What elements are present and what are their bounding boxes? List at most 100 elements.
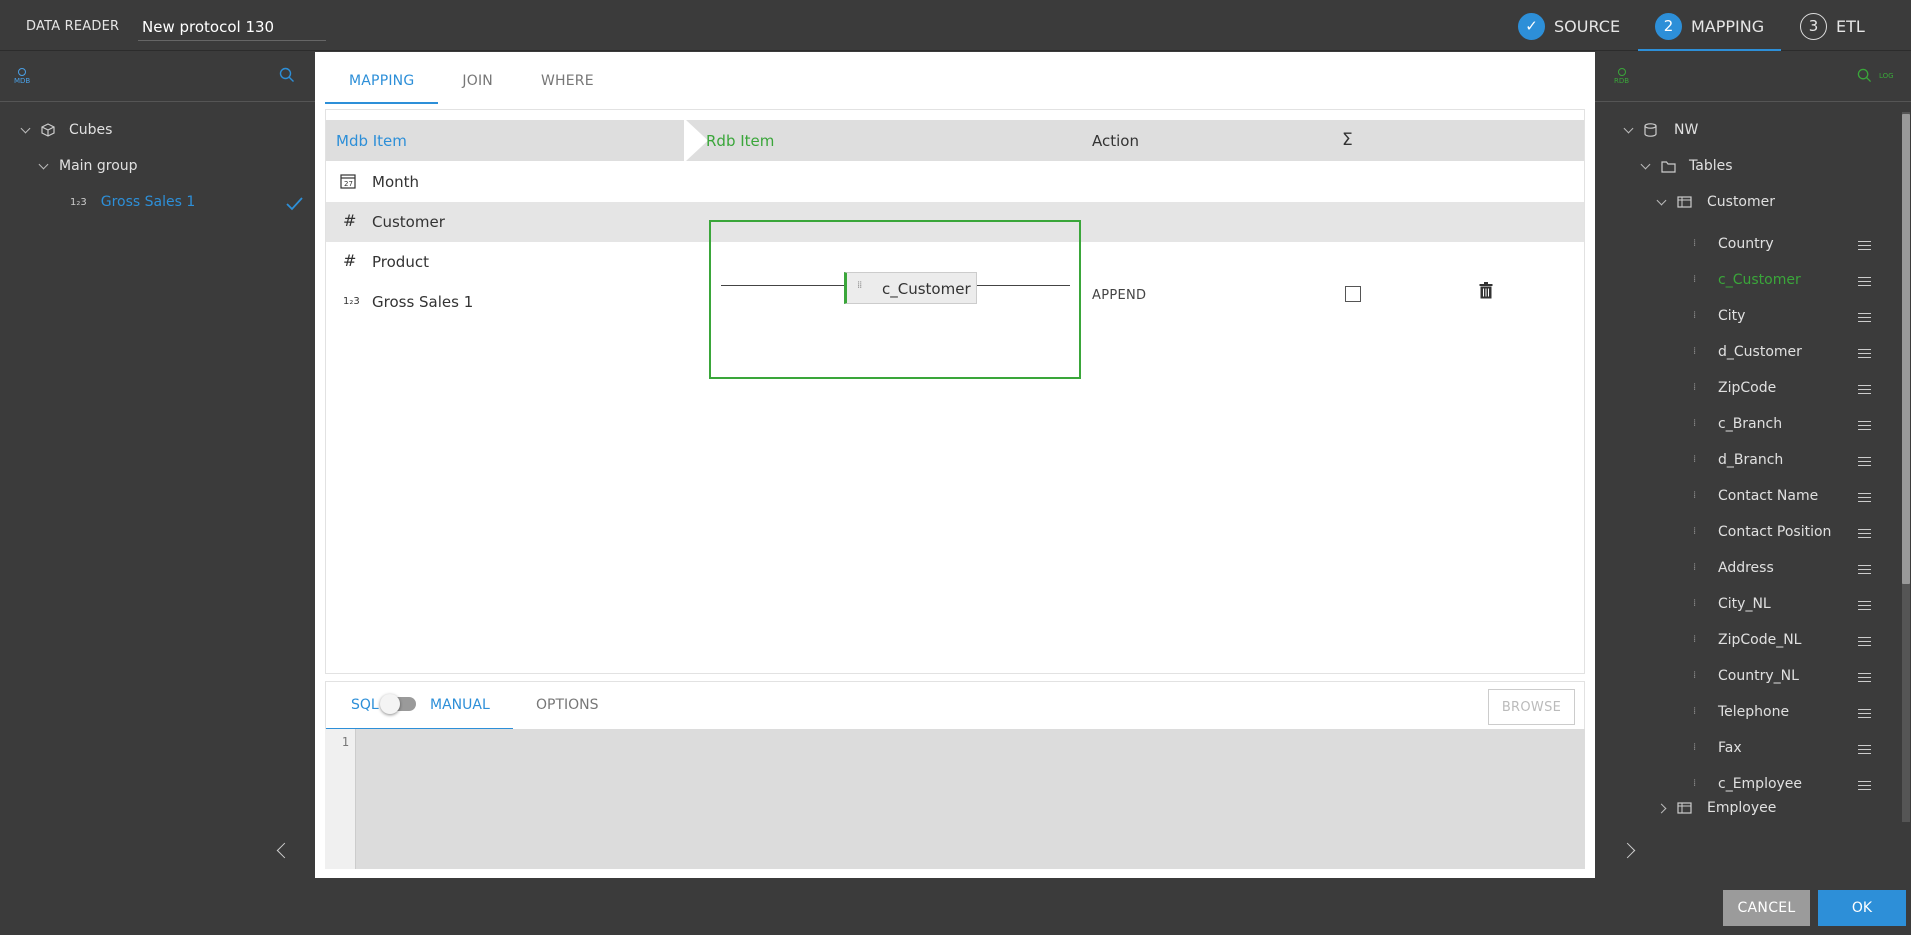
column-item[interactable]: ⁞ City (1595, 304, 1895, 332)
svg-text:27: 27 (344, 180, 353, 188)
drag-handle-icon[interactable]: ⁞ (1693, 634, 1696, 645)
menu-icon[interactable] (1858, 277, 1871, 286)
tree-tables[interactable]: Tables (1640, 158, 1733, 174)
drag-handle-icon[interactable]: ⁞ (1693, 454, 1696, 465)
cancel-button[interactable]: CANCEL (1723, 890, 1810, 926)
rdb-icon[interactable]: RDB (1614, 68, 1629, 85)
mapped-rdb-chip[interactable]: ⁞⁞ c_Customer (844, 272, 977, 304)
menu-icon[interactable] (1858, 529, 1871, 538)
chevron-down-icon[interactable] (20, 123, 31, 133)
drag-handle-icon[interactable]: ⁞ (1693, 310, 1696, 321)
column-item[interactable]: ⁞ c_Customer (1595, 268, 1895, 296)
menu-icon[interactable] (1858, 637, 1871, 646)
log-link[interactable]: LOG (1879, 72, 1894, 80)
drag-handle-icon[interactable]: ⁞⁞ (857, 280, 862, 291)
column-item[interactable]: ⁞ ZipCode_NL (1595, 628, 1895, 656)
column-item[interactable]: ⁞ c_Branch (1595, 412, 1895, 440)
drag-handle-icon[interactable]: ⁞ (1693, 670, 1696, 681)
tab-options[interactable]: OPTIONS (536, 697, 599, 713)
database-icon (1644, 123, 1657, 137)
chevron-down-icon[interactable] (1656, 195, 1667, 205)
drag-handle-icon[interactable]: ⁞ (1693, 562, 1696, 573)
tree-cubes[interactable]: Cubes (20, 122, 113, 138)
menu-icon[interactable] (1858, 349, 1871, 358)
tree-nw[interactable]: NW (1623, 122, 1698, 138)
column-item[interactable]: ⁞ Country (1595, 232, 1895, 260)
trash-icon[interactable] (1479, 282, 1493, 299)
sql-tabs: SQL MANUAL OPTIONS BROWSE (325, 681, 1585, 730)
drag-handle-icon[interactable]: ⁞ (1693, 346, 1696, 357)
menu-icon[interactable] (1858, 781, 1871, 790)
column-item[interactable]: ⁞ ZipCode (1595, 376, 1895, 404)
collapse-left-icon[interactable] (276, 842, 293, 859)
tree-label: Cubes (69, 122, 113, 138)
column-item[interactable]: ⁞ Country_NL (1595, 664, 1895, 692)
tree-table-customer[interactable]: Customer (1656, 194, 1775, 210)
tab-sql[interactable]: SQL (351, 697, 379, 713)
mdb-icon[interactable]: MDB (14, 68, 30, 85)
chevron-right-icon[interactable] (1656, 803, 1667, 813)
tree-gross-sales[interactable]: 1₂3 Gross Sales 1 (70, 194, 195, 210)
sql-editor[interactable]: 1 (325, 729, 1585, 869)
action-value[interactable]: APPEND (1092, 288, 1146, 303)
sum-checkbox[interactable] (1345, 286, 1361, 302)
column-item[interactable]: ⁞ City_NL (1595, 592, 1895, 620)
tab-where[interactable]: WHERE (517, 60, 618, 104)
tab-sql-manual[interactable]: SQL MANUAL (326, 682, 513, 730)
menu-icon[interactable] (1858, 601, 1871, 610)
tree-table-employee[interactable]: Employee (1656, 800, 1776, 816)
column-item[interactable]: ⁞ Fax (1595, 736, 1895, 764)
drag-handle-icon[interactable]: ⁞ (1693, 706, 1696, 717)
step-etl[interactable]: 3 ETL (1800, 11, 1865, 41)
column-item[interactable]: ⁞ Contact Position (1595, 520, 1895, 548)
menu-icon[interactable] (1858, 385, 1871, 394)
drag-handle-icon[interactable]: ⁞ (1693, 778, 1696, 789)
search-icon[interactable] (279, 67, 295, 83)
menu-icon[interactable] (1858, 745, 1871, 754)
menu-icon[interactable] (1858, 457, 1871, 466)
protocol-name-input[interactable] (138, 13, 326, 41)
column-item[interactable]: ⁞ Contact Name (1595, 484, 1895, 512)
collapse-right-icon[interactable] (1619, 842, 1636, 859)
drag-handle-icon[interactable]: ⁞ (1693, 238, 1696, 249)
search-icon[interactable] (1857, 68, 1872, 83)
drag-handle-icon[interactable]: ⁞ (1693, 742, 1696, 753)
menu-icon[interactable] (1858, 565, 1871, 574)
drag-handle-icon[interactable]: ⁞ (1693, 382, 1696, 393)
column-item[interactable]: ⁞ Address (1595, 556, 1895, 584)
column-item[interactable]: ⁞ d_Customer (1595, 340, 1895, 368)
drag-handle-icon[interactable]: ⁞ (1693, 418, 1696, 429)
step-mapping[interactable]: 2 MAPPING (1655, 11, 1764, 41)
table-row[interactable]: 27 Month (326, 162, 1584, 202)
column-label: Telephone (1718, 704, 1790, 720)
menu-icon[interactable] (1858, 493, 1871, 502)
tree-main-group[interactable]: Main group (38, 158, 138, 174)
menu-icon[interactable] (1858, 673, 1871, 682)
menu-icon[interactable] (1858, 421, 1871, 430)
menu-icon[interactable] (1858, 241, 1871, 250)
step-label: ETL (1836, 16, 1865, 36)
menu-icon[interactable] (1858, 313, 1871, 322)
chevron-down-icon[interactable] (38, 159, 49, 169)
drag-handle-icon[interactable]: ⁞ (1693, 274, 1696, 285)
chevron-down-icon[interactable] (1640, 159, 1651, 169)
tab-mapping[interactable]: MAPPING (325, 60, 439, 104)
drag-handle-icon[interactable]: ⁞ (1693, 598, 1696, 609)
sql-manual-toggle[interactable] (380, 694, 416, 714)
step-source[interactable]: ✓ SOURCE (1518, 11, 1620, 41)
column-item[interactable]: ⁞ d_Branch (1595, 448, 1895, 476)
folder-icon (1661, 160, 1676, 173)
column-item[interactable]: ⁞ Telephone (1595, 700, 1895, 728)
table-icon (1677, 196, 1692, 208)
column-item[interactable]: ⁞ c_Employee (1595, 772, 1895, 800)
tab-manual[interactable]: MANUAL (430, 697, 490, 713)
tree-label: Gross Sales 1 (100, 194, 196, 210)
chevron-down-icon[interactable] (1623, 123, 1634, 133)
menu-icon[interactable] (1858, 709, 1871, 718)
ok-button[interactable]: OK (1818, 890, 1906, 926)
drag-handle-icon[interactable]: ⁞ (1693, 526, 1696, 537)
drag-handle-icon[interactable]: ⁞ (1693, 490, 1696, 501)
browse-button[interactable]: BROWSE (1488, 689, 1575, 725)
tab-join[interactable]: JOIN (438, 60, 517, 104)
scrollbar-thumb[interactable] (1902, 114, 1910, 584)
